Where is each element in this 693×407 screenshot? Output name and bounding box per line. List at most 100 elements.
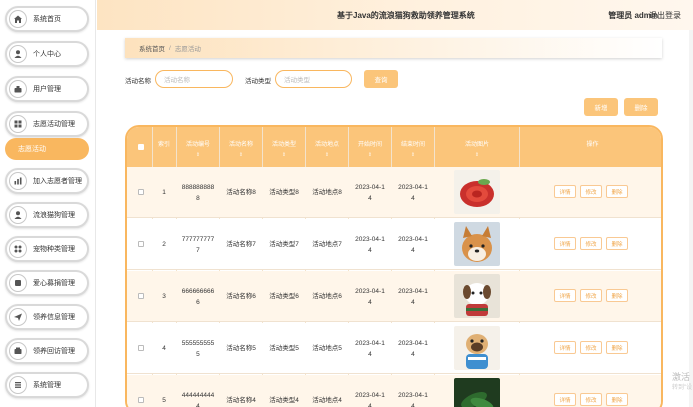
menu-item-volunteer-activity[interactable]: 志愿活动管理 [5,111,89,137]
delete-button[interactable]: 删除 [606,289,628,302]
detail-button[interactable]: 详情 [554,185,576,198]
cell-index: 1 [162,189,166,196]
submenu-label: 志愿活动 [18,146,46,153]
breadcrumb-separator: / [169,44,171,52]
breadcrumb-home[interactable]: 系统首页 [139,43,165,53]
cell-name: 活动名称4 [226,397,256,404]
cell-name: 活动名称8 [226,189,256,196]
activity-image[interactable] [454,326,500,370]
detail-button[interactable]: 详情 [554,289,576,302]
row-checkbox[interactable] [138,397,144,403]
edit-button[interactable]: 修改 [580,393,602,406]
activity-name-label: 活动名称 [125,78,151,85]
row-checkbox[interactable] [138,241,144,247]
header-name[interactable]: 活动名称 ⇕ [220,139,262,158]
cell-start: 2023-04-1 4 [355,339,385,358]
activity-type-input[interactable]: 活动类型 [275,70,352,88]
table-row: 5 444444444 4 活动名称4 活动类型4 活动地点4 2023-04-1 4 20… [127,375,661,407]
detail-button[interactable]: 详情 [554,341,576,354]
cell-end: 2023-04-1 4 [398,391,428,407]
menu-label: 宠物种类管理 [33,246,75,253]
breadcrumb-current: 志愿活动 [174,46,201,53]
edit-button[interactable]: 修改 [580,237,602,250]
search-button[interactable]: 查询 [364,70,398,88]
cell-name: 活动名称6 [226,293,256,300]
activity-name-input[interactable]: 活动名称 [155,70,233,88]
edit-button[interactable]: 修改 [580,185,602,198]
cell-end: 2023-04-1 4 [398,235,428,254]
cell-place: 活动地点6 [312,293,342,300]
menu-label: 系统管理 [33,382,61,389]
scrollbar[interactable] [689,30,693,407]
cell-place: 活动地点8 [312,189,342,196]
header-index: 索引 [157,142,170,148]
add-button[interactable]: 新增 [584,98,618,116]
table-header: 索引 活动编号 ⇕ 活动名称 ⇕ 活动类型 ⇕ 活动地点 ⇕ 开始时间 ⇕ 结束时间 ⇕ 活… [127,127,661,167]
menu-item-home[interactable]: 系统首页 [5,6,89,32]
menu-item-users[interactable]: 用户管理 [5,76,89,102]
menu-item-stray-animals[interactable]: 流浪猫狗管理 [5,202,89,228]
paw-icon [9,206,27,224]
cell-start: 2023-04-1 4 [355,235,385,254]
row-checkbox[interactable] [138,345,144,351]
header-start[interactable]: 开始时间 ⇕ [349,139,391,158]
header-type[interactable]: 活动类型 ⇕ [263,139,305,158]
cell-index: 3 [162,293,166,300]
row-checkbox[interactable] [138,293,144,299]
header-code[interactable]: 活动编号 ⇕ [177,139,219,158]
delete-button[interactable]: 删除 [606,393,628,406]
chart-icon [9,172,27,190]
cell-index: 2 [162,241,166,248]
logout-link[interactable]: 退出登录 [649,10,681,21]
select-all-checkbox[interactable] [138,144,144,150]
user-icon [9,45,27,63]
edit-button[interactable]: 修改 [580,289,602,302]
cell-type: 活动类型7 [269,241,299,248]
home-icon [9,10,27,28]
settings-icon [9,376,27,394]
breadcrumb: 系统首页 / 志愿活动 [125,38,662,58]
menu-label: 志愿活动管理 [33,121,75,128]
cell-type: 活动类型6 [269,293,299,300]
cell-name: 活动名称5 [226,345,256,352]
menu-label: 加入志愿者管理 [33,178,82,185]
activity-image[interactable] [454,378,500,407]
menu-item-adoption-info[interactable]: 领养信息管理 [5,304,89,330]
menu-item-system[interactable]: 系统管理 [5,372,89,398]
return-icon [9,342,27,360]
menu-item-join-volunteer[interactable]: 加入志愿者管理 [5,168,89,194]
cell-type: 活动类型4 [269,397,299,404]
delete-button[interactable]: 删除 [606,237,628,250]
menu-item-donation[interactable]: 爱心募捐管理 [5,270,89,296]
activity-image[interactable] [454,274,500,318]
submenu-volunteer-activity[interactable]: 志愿活动 [5,138,89,160]
cell-start: 2023-04-1 4 [355,287,385,306]
batch-delete-button[interactable]: 删除 [624,98,658,116]
delete-button[interactable]: 删除 [606,341,628,354]
activity-image[interactable] [454,222,500,266]
cell-place: 活动地点5 [312,345,342,352]
activity-image[interactable] [454,170,500,214]
cell-type: 活动类型5 [269,345,299,352]
header-end[interactable]: 结束时间 ⇕ [392,139,434,158]
row-checkbox[interactable] [138,189,144,195]
cell-start: 2023-04-1 4 [355,391,385,407]
cell-code: 555555555 5 [181,339,215,358]
detail-button[interactable]: 详情 [554,237,576,250]
header-operations: 操作 [586,142,599,148]
menu-label: 系统首页 [33,16,61,23]
top-header: 基于Java的流浪猫狗救助领养管理系统 管理员 admin 退出登录 [97,0,693,30]
menu-item-pet-category[interactable]: 宠物种类管理 [5,236,89,262]
header-place[interactable]: 活动地点 ⇕ [306,139,348,158]
cell-place: 活动地点7 [312,241,342,248]
menu-label: 用户管理 [33,86,61,93]
menu-label: 流浪猫狗管理 [33,212,75,219]
sidebar: 系统首页 个人中心 用户管理 志愿活动管理 志愿活动 加入志愿者管理 流浪猫狗管… [0,0,96,407]
edit-button[interactable]: 修改 [580,341,602,354]
detail-button[interactable]: 详情 [554,393,576,406]
menu-item-profile[interactable]: 个人中心 [5,41,89,67]
menu-item-adoption-visit[interactable]: 领养回访管理 [5,338,89,364]
header-image[interactable]: 活动图片 ⇕ [435,139,519,158]
cell-index: 4 [162,345,166,352]
delete-button[interactable]: 删除 [606,185,628,198]
